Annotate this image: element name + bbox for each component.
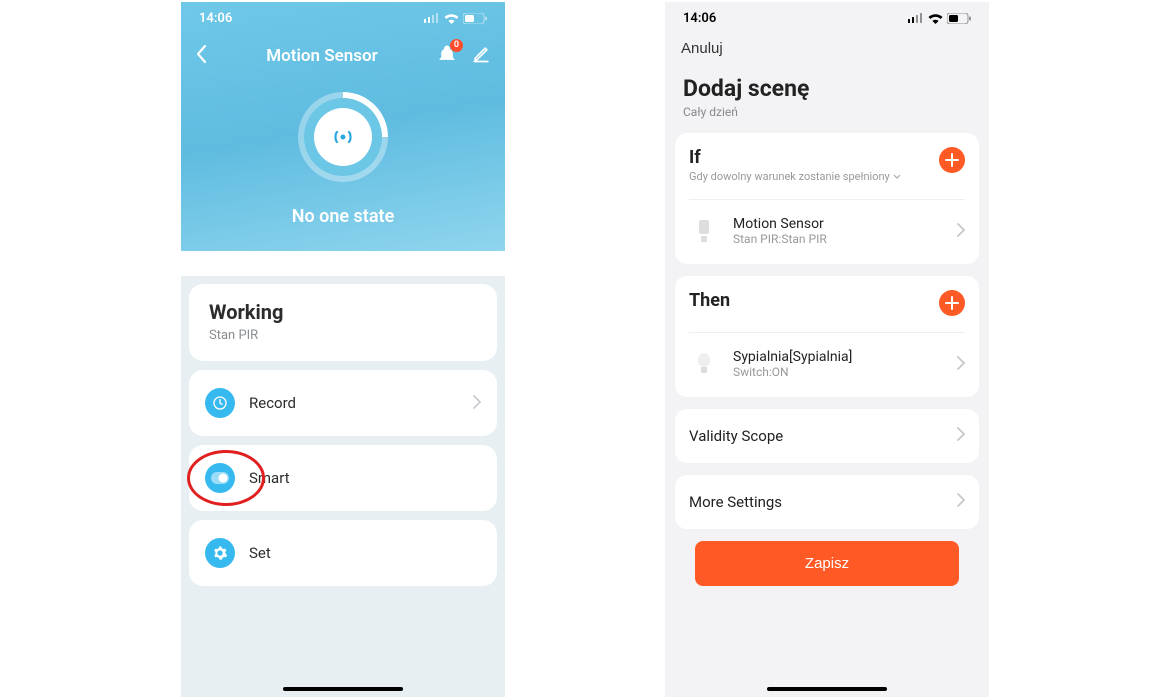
- cellular-icon: [424, 13, 440, 23]
- then-item-title: Sypialnia[Sypialnia]: [733, 349, 852, 365]
- cellular-icon: [908, 13, 924, 23]
- nav-bar: Motion Sensor 0: [181, 34, 505, 78]
- scene-title: Dodaj scenę: [683, 75, 971, 102]
- if-panel: If Gdy dowolny warunek zostanie spełnion…: [675, 133, 979, 264]
- if-condition-dropdown[interactable]: Gdy dowolny warunek zostanie spełniony: [689, 170, 901, 183]
- status-bar: 14:06: [181, 2, 505, 34]
- status-icons: [908, 13, 971, 24]
- home-indicator: [283, 687, 403, 691]
- status-time: 14:06: [683, 11, 716, 26]
- smart-row[interactable]: Smart: [189, 445, 497, 511]
- bulb-icon: [689, 349, 719, 379]
- top-bar: Anuluj: [665, 34, 989, 65]
- if-title: If: [689, 147, 901, 168]
- validity-label: Validity Scope: [689, 427, 783, 445]
- cancel-button[interactable]: Anuluj: [681, 40, 723, 57]
- plus-icon: [945, 296, 959, 310]
- then-panel: Then Sypialnia[Sypialnia] Switch:ON: [675, 276, 979, 397]
- header-gradient: 14:06 Motion Sensor 0: [181, 2, 505, 251]
- sensor-progress-ring: [298, 92, 388, 182]
- if-subtitle: Gdy dowolny warunek zostanie spełniony: [689, 170, 890, 183]
- notification-button[interactable]: 0: [437, 44, 457, 68]
- gear-icon: [205, 538, 235, 568]
- motion-icon: [329, 127, 357, 147]
- chevron-down-icon: [893, 174, 901, 180]
- back-button[interactable]: [195, 44, 207, 68]
- save-button[interactable]: Zapisz: [695, 541, 959, 586]
- battery-icon: [463, 13, 487, 24]
- working-title: Working: [209, 300, 477, 324]
- notification-badge: 0: [450, 39, 463, 52]
- screen-motion-sensor: 14:06 Motion Sensor 0: [181, 2, 505, 697]
- wifi-icon: [444, 13, 459, 24]
- menu-list: Working Stan PIR Record Smart Set: [181, 276, 505, 697]
- page-title: Motion Sensor: [266, 46, 377, 66]
- sensor-visual: No one state: [181, 92, 505, 227]
- chevron-right-icon: [473, 394, 481, 413]
- record-label: Record: [249, 394, 296, 412]
- plus-icon: [945, 153, 959, 167]
- edit-button[interactable]: [471, 44, 491, 68]
- state-label: No one state: [292, 206, 395, 227]
- chevron-right-icon: [957, 427, 965, 445]
- if-item-sub: Stan PIR:Stan PIR: [733, 232, 827, 246]
- home-indicator: [767, 687, 887, 691]
- status-bar: 14:06: [665, 2, 989, 34]
- smart-label: Smart: [249, 469, 290, 487]
- more-settings-label: More Settings: [689, 493, 782, 511]
- set-label: Set: [249, 544, 271, 562]
- scene-header: Dodaj scenę Cały dzień: [665, 65, 989, 133]
- then-action-row[interactable]: Sypialnia[Sypialnia] Switch:ON: [689, 333, 965, 383]
- wifi-icon: [928, 13, 943, 24]
- record-row[interactable]: Record: [189, 370, 497, 436]
- if-item-title: Motion Sensor: [733, 216, 827, 232]
- sensor-icon-circle: [314, 108, 372, 166]
- validity-scope-row[interactable]: Validity Scope: [675, 409, 979, 463]
- set-row[interactable]: Set: [189, 520, 497, 586]
- clock-icon: [205, 388, 235, 418]
- scene-subtitle: Cały dzień: [683, 105, 971, 119]
- motion-sensor-icon: [689, 216, 719, 246]
- then-title: Then: [689, 290, 730, 311]
- more-settings-row[interactable]: More Settings: [675, 475, 979, 529]
- then-item-sub: Switch:ON: [733, 365, 852, 379]
- add-condition-button[interactable]: [939, 147, 965, 173]
- battery-icon: [947, 13, 971, 24]
- status-icons: [424, 13, 487, 24]
- screen-add-scene: 14:06 Anuluj Dodaj scenę Cały dzień If G…: [665, 2, 989, 697]
- chevron-right-icon: [957, 493, 965, 511]
- chevron-right-icon: [957, 222, 965, 241]
- chevron-right-icon: [957, 355, 965, 374]
- pencil-icon: [471, 44, 491, 64]
- working-status-card: Working Stan PIR: [189, 284, 497, 361]
- add-action-button[interactable]: [939, 290, 965, 316]
- working-subtitle: Stan PIR: [209, 328, 477, 343]
- status-time: 14:06: [199, 11, 232, 26]
- if-condition-row[interactable]: Motion Sensor Stan PIR:Stan PIR: [689, 200, 965, 250]
- toggle-icon: [205, 463, 235, 493]
